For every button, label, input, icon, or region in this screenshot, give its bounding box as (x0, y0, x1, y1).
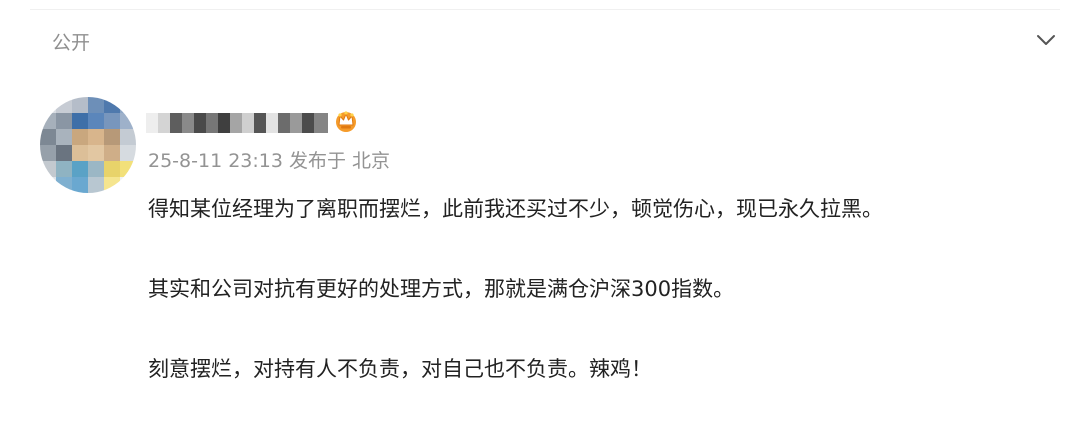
visibility-row[interactable]: 公开 (0, 22, 1080, 66)
post-card: 公开 25-8-11 23:13 发布于 北京 得知某位经理为了离职而摆烂，此前… (0, 0, 1080, 431)
visibility-label: 公开 (52, 32, 91, 54)
post-paragraph: 得知某位经理为了离职而摆烂，此前我还买过不少，顿觉伤心，现已永久拉黑。 (148, 197, 883, 221)
vip-crown-badge-icon[interactable] (332, 107, 360, 135)
divider (30, 9, 1060, 10)
post-location: 发布于 北京 (288, 150, 390, 172)
chevron-down-icon[interactable] (1034, 28, 1058, 52)
post-timestamp: 25-8-11 23:13 (148, 150, 283, 172)
post-paragraph: 刻意摆烂，对持有人不负责，对自己也不负责。辣鸡！ (148, 357, 652, 381)
post-content: 得知某位经理为了离职而摆烂，此前我还买过不少，顿觉伤心，现已永久拉黑。 其实和公… (148, 193, 1048, 385)
avatar[interactable] (40, 97, 136, 193)
post-paragraph: 其实和公司对抗有更好的处理方式，那就是满仓沪深300指数。 (148, 277, 735, 301)
post-meta: 25-8-11 23:13 发布于 北京 (148, 148, 396, 174)
username-obscured[interactable] (146, 113, 330, 133)
